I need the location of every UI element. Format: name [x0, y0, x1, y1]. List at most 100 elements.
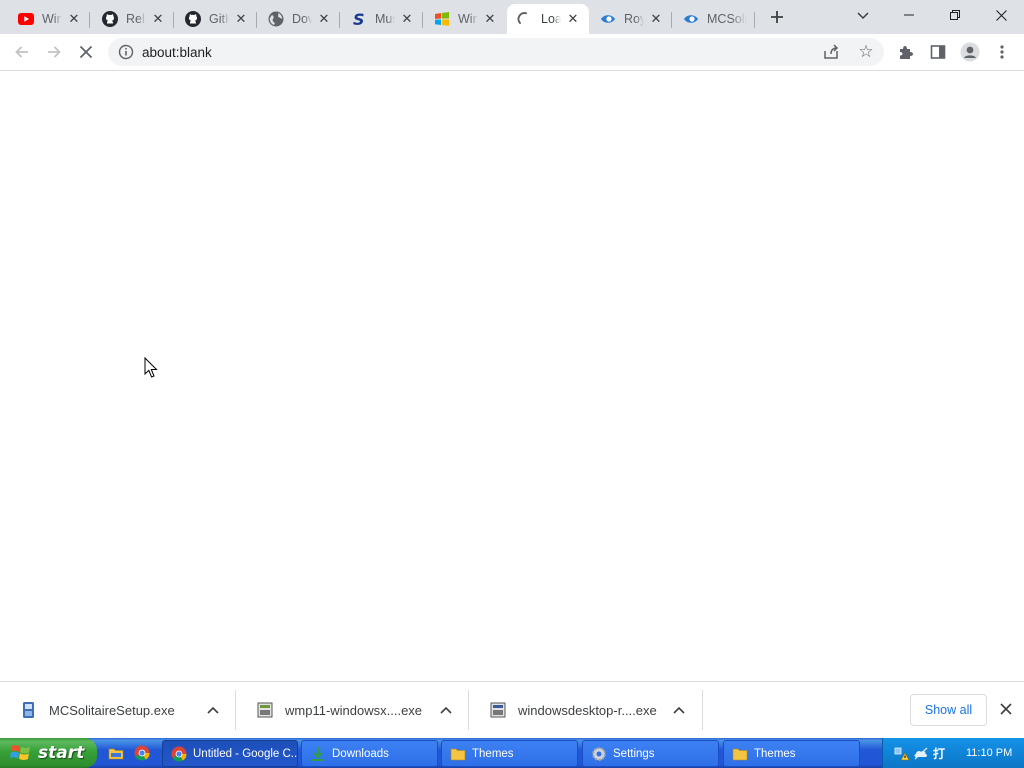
back-button[interactable] [9, 39, 35, 65]
tab-8[interactable]: MCSolitaire [673, 4, 755, 34]
download-item-0[interactable]: MCSolitaireSetup.exe [0, 690, 236, 730]
tab-separator [173, 12, 174, 28]
download-filename: MCSolitaireSetup.exe [49, 702, 175, 718]
network-warning-icon[interactable] [893, 745, 909, 761]
download-item-2[interactable]: windowsdesktop-r....exe [469, 690, 703, 730]
forward-button[interactable] [41, 39, 67, 65]
taskbar-button-label: Untitled - Google C... [193, 747, 297, 760]
minimize-icon [904, 14, 914, 16]
tab-2[interactable]: GitHub ✕ [175, 4, 257, 34]
taskbar-button-label: Settings [613, 747, 655, 760]
svg-text:打: 打 [933, 746, 945, 761]
chevron-up-icon[interactable] [439, 703, 453, 717]
close-icon[interactable]: ✕ [66, 11, 82, 27]
installer-file-icon [23, 702, 34, 718]
windows-flag-icon [10, 745, 30, 760]
avatar-icon [960, 42, 980, 62]
restore-button[interactable] [932, 0, 978, 30]
folder-icon [450, 748, 466, 760]
tab-title: MCSolitaire [707, 12, 747, 26]
tab-title: GitHub [209, 12, 229, 26]
chevron-up-icon[interactable] [672, 703, 686, 717]
menu-button[interactable] [989, 39, 1015, 65]
page-content[interactable] [0, 72, 1024, 681]
taskbar-button-chrome[interactable]: Untitled - Google C... [162, 740, 298, 767]
taskbar-button-settings[interactable]: Settings [582, 740, 719, 767]
taskbar-button-themes[interactable]: Themes [441, 740, 578, 767]
chevron-down-icon [857, 12, 869, 20]
restore-icon [950, 10, 960, 20]
close-icon[interactable]: ✕ [150, 11, 166, 27]
mouse-pointer-icon [144, 357, 158, 378]
tab-strip: Windows ✕ Releases ✕ GitHub ✕ Downloads [0, 0, 1024, 34]
download-shelf: MCSolitaireSetup.exe wmp11-windowsx....e… [0, 681, 1024, 738]
plus-icon [771, 11, 783, 23]
close-icon[interactable]: ✕ [648, 11, 664, 27]
close-shelf-button[interactable] [996, 701, 1016, 721]
chrome-icon[interactable] [134, 745, 150, 761]
close-icon[interactable]: ✕ [565, 11, 581, 27]
new-tab-button[interactable] [766, 6, 788, 28]
tab-7[interactable]: Royale ✕ [590, 4, 672, 34]
start-button[interactable]: start [0, 738, 97, 768]
language-bar-icon[interactable]: 打 [933, 745, 949, 761]
download-item-1[interactable]: wmp11-windowsx....exe [236, 690, 469, 730]
loading-spinner-icon [517, 11, 533, 27]
tab-3[interactable]: Downloads ✕ [258, 4, 340, 34]
minimize-button[interactable] [886, 0, 932, 30]
chevron-up-icon[interactable] [206, 703, 220, 717]
info-icon[interactable] [118, 44, 134, 60]
github-icon [185, 11, 201, 27]
show-all-button[interactable]: Show all [910, 694, 987, 726]
window-close-button[interactable] [978, 0, 1024, 30]
close-icon [995, 9, 1007, 21]
windows-flag-icon [434, 11, 450, 27]
profile-button[interactable] [957, 39, 983, 65]
side-panel-button[interactable] [925, 39, 951, 65]
bookmark-star-icon[interactable]: ☆ [856, 42, 876, 62]
github-icon [102, 11, 118, 27]
tab-title: Downloads [292, 12, 312, 26]
setup-file-icon [490, 702, 506, 718]
stop-loading-button[interactable] [73, 39, 99, 65]
tab-5[interactable]: Windows ✕ [424, 4, 506, 34]
browser-toolbar: about:blank ☆ [0, 34, 1024, 71]
tab-title: Windows [42, 12, 62, 26]
setup-file-icon [257, 702, 273, 718]
puzzle-icon [900, 46, 913, 59]
cloud-offline-icon[interactable] [913, 745, 929, 761]
tab-separator [339, 12, 340, 28]
extensions-button[interactable] [893, 39, 919, 65]
file-explorer-icon[interactable] [108, 745, 124, 761]
tab-search-button[interactable] [852, 6, 874, 26]
globe-icon [268, 11, 284, 27]
close-icon[interactable]: ✕ [482, 11, 498, 27]
close-icon[interactable]: ✕ [399, 11, 415, 27]
url-text[interactable]: about:blank [142, 45, 212, 60]
tab-title: Loading [541, 12, 561, 26]
taskbar-button-downloads[interactable]: Downloads [301, 740, 438, 767]
tab-1[interactable]: Releases ✕ [92, 4, 174, 34]
tab-separator [671, 12, 672, 28]
arrow-left-icon [15, 46, 28, 58]
close-icon[interactable]: ✕ [316, 11, 332, 27]
clock[interactable]: 11:10 PM [966, 747, 1012, 759]
tab-title: Royale [624, 12, 644, 26]
tab-title: Windows [458, 12, 478, 26]
tab-4[interactable]: S MuseScore ✕ [341, 4, 423, 34]
share-icon[interactable] [822, 43, 840, 61]
tab-separator [89, 12, 90, 28]
svg-text:S: S [353, 11, 365, 27]
start-label: start [38, 743, 85, 763]
close-icon [1000, 703, 1012, 715]
close-icon[interactable]: ✕ [233, 11, 249, 27]
s-logo-icon: S [351, 11, 367, 27]
taskbar-button-themes-2[interactable]: Themes [723, 740, 860, 767]
gear-icon [592, 746, 606, 761]
eye-logo-icon [683, 11, 699, 27]
eye-logo-icon [600, 11, 616, 27]
screen: Windows ✕ Releases ✕ GitHub ✕ Downloads [0, 0, 1024, 768]
tab-6-active[interactable]: Loading ✕ [507, 4, 589, 34]
tab-0[interactable]: Windows ✕ [8, 4, 90, 34]
address-bar[interactable]: about:blank ☆ [108, 38, 884, 66]
